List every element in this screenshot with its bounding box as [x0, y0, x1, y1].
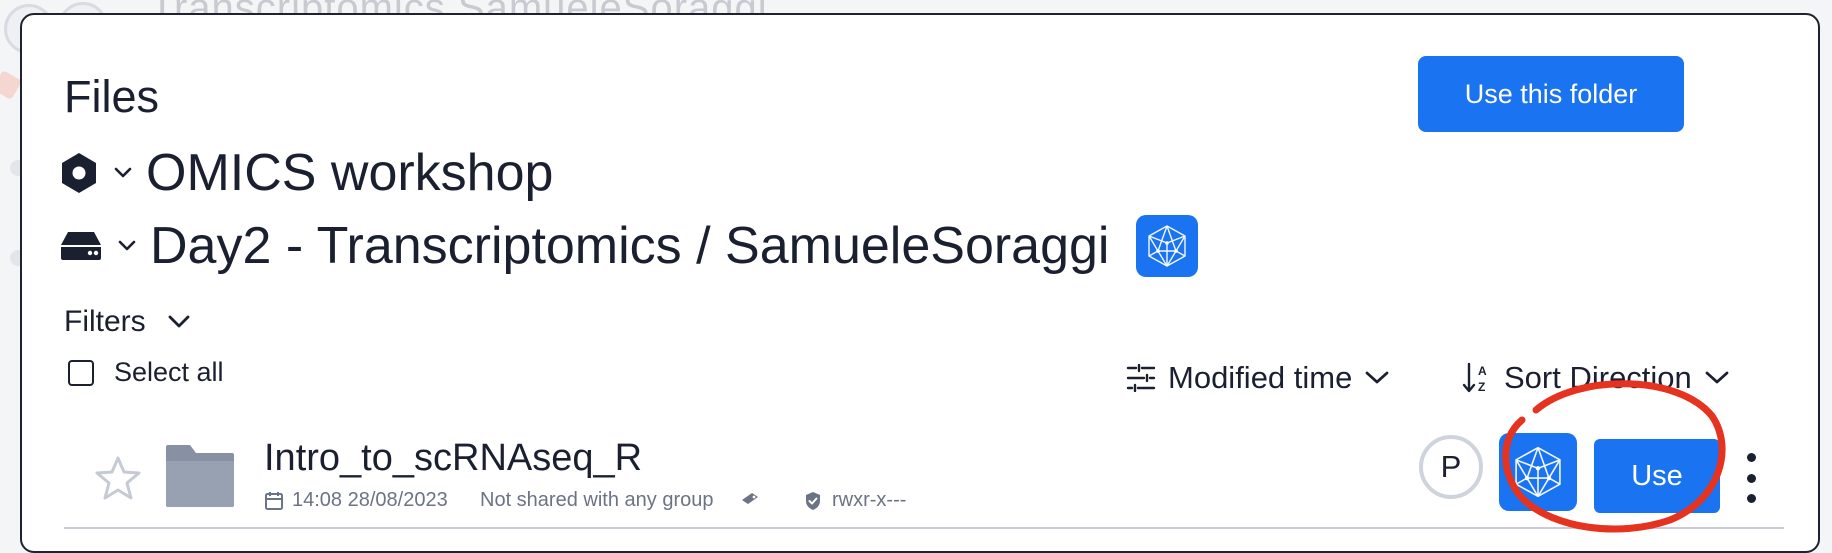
file-name[interactable]: Intro_to_scRNAseq_R	[264, 437, 642, 480]
chevron-down-icon	[166, 309, 192, 335]
sort-direction-label: Sort Direction	[1504, 360, 1692, 395]
sort-field-label: Modified time	[1168, 360, 1353, 395]
sort-field-dropdown[interactable]: Modified time	[1126, 360, 1390, 396]
project-selector[interactable]: OMICS workshop	[60, 143, 553, 203]
permissions-text: rwxr-x---	[832, 489, 907, 511]
chevron-down-icon	[1704, 365, 1730, 391]
permissions: rwxr-x---	[804, 489, 906, 512]
filters-label: Filters	[64, 305, 146, 338]
tag-icon[interactable]	[740, 491, 760, 505]
select-all[interactable]: Select all	[68, 357, 224, 388]
owner-avatar[interactable]: P	[1419, 435, 1483, 499]
row-divider	[64, 527, 1784, 529]
background-shape	[0, 69, 23, 101]
star-icon[interactable]	[94, 455, 142, 506]
chevron-down-icon	[114, 233, 140, 259]
use-this-folder-button[interactable]: Use this folder	[1418, 56, 1684, 132]
svg-text:A: A	[1478, 364, 1487, 378]
more-options-icon[interactable]	[1744, 453, 1758, 503]
chevron-down-icon	[110, 160, 136, 186]
polyhedron-icon	[1135, 215, 1198, 277]
sort-direction-dropdown[interactable]: A Z Sort Direction	[1462, 360, 1730, 396]
svg-text:Z: Z	[1478, 380, 1485, 394]
file-picker-dialog: Files Use this folder OMICS workshop Day…	[20, 13, 1820, 553]
use-button[interactable]: Use	[1594, 439, 1720, 513]
modified-date-text: 14:08 28/08/2023	[292, 489, 448, 511]
sliders-icon	[1126, 364, 1156, 392]
modified-date: 14:08 28/08/2023	[264, 489, 448, 512]
drive-path: Day2 - Transcriptomics / SamueleSoraggi	[150, 217, 1110, 275]
polyhedron-icon[interactable]	[1499, 433, 1577, 511]
drive-selector[interactable]: Day2 - Transcriptomics / SamueleSoraggi	[60, 215, 1198, 277]
calendar-icon	[265, 491, 283, 510]
file-row[interactable]: Intro_to_scRNAseq_R 14:08 28/08/2023 Not…	[64, 433, 1804, 533]
shield-check-icon	[806, 491, 820, 510]
project-name: OMICS workshop	[146, 144, 554, 202]
sharing-status: Not shared with any group	[480, 489, 713, 512]
sort-az-icon: A Z	[1462, 362, 1487, 394]
chevron-down-icon	[1364, 365, 1390, 391]
sharing-status-text: Not shared with any group	[480, 489, 714, 511]
drive-icon	[61, 232, 101, 260]
select-all-checkbox[interactable]	[68, 359, 94, 386]
select-all-label: Select all	[114, 357, 224, 387]
dialog-title: Files	[64, 71, 160, 122]
folder-icon	[164, 443, 236, 514]
hexagon-icon	[62, 153, 96, 193]
filters-toggle[interactable]: Filters	[64, 305, 202, 339]
